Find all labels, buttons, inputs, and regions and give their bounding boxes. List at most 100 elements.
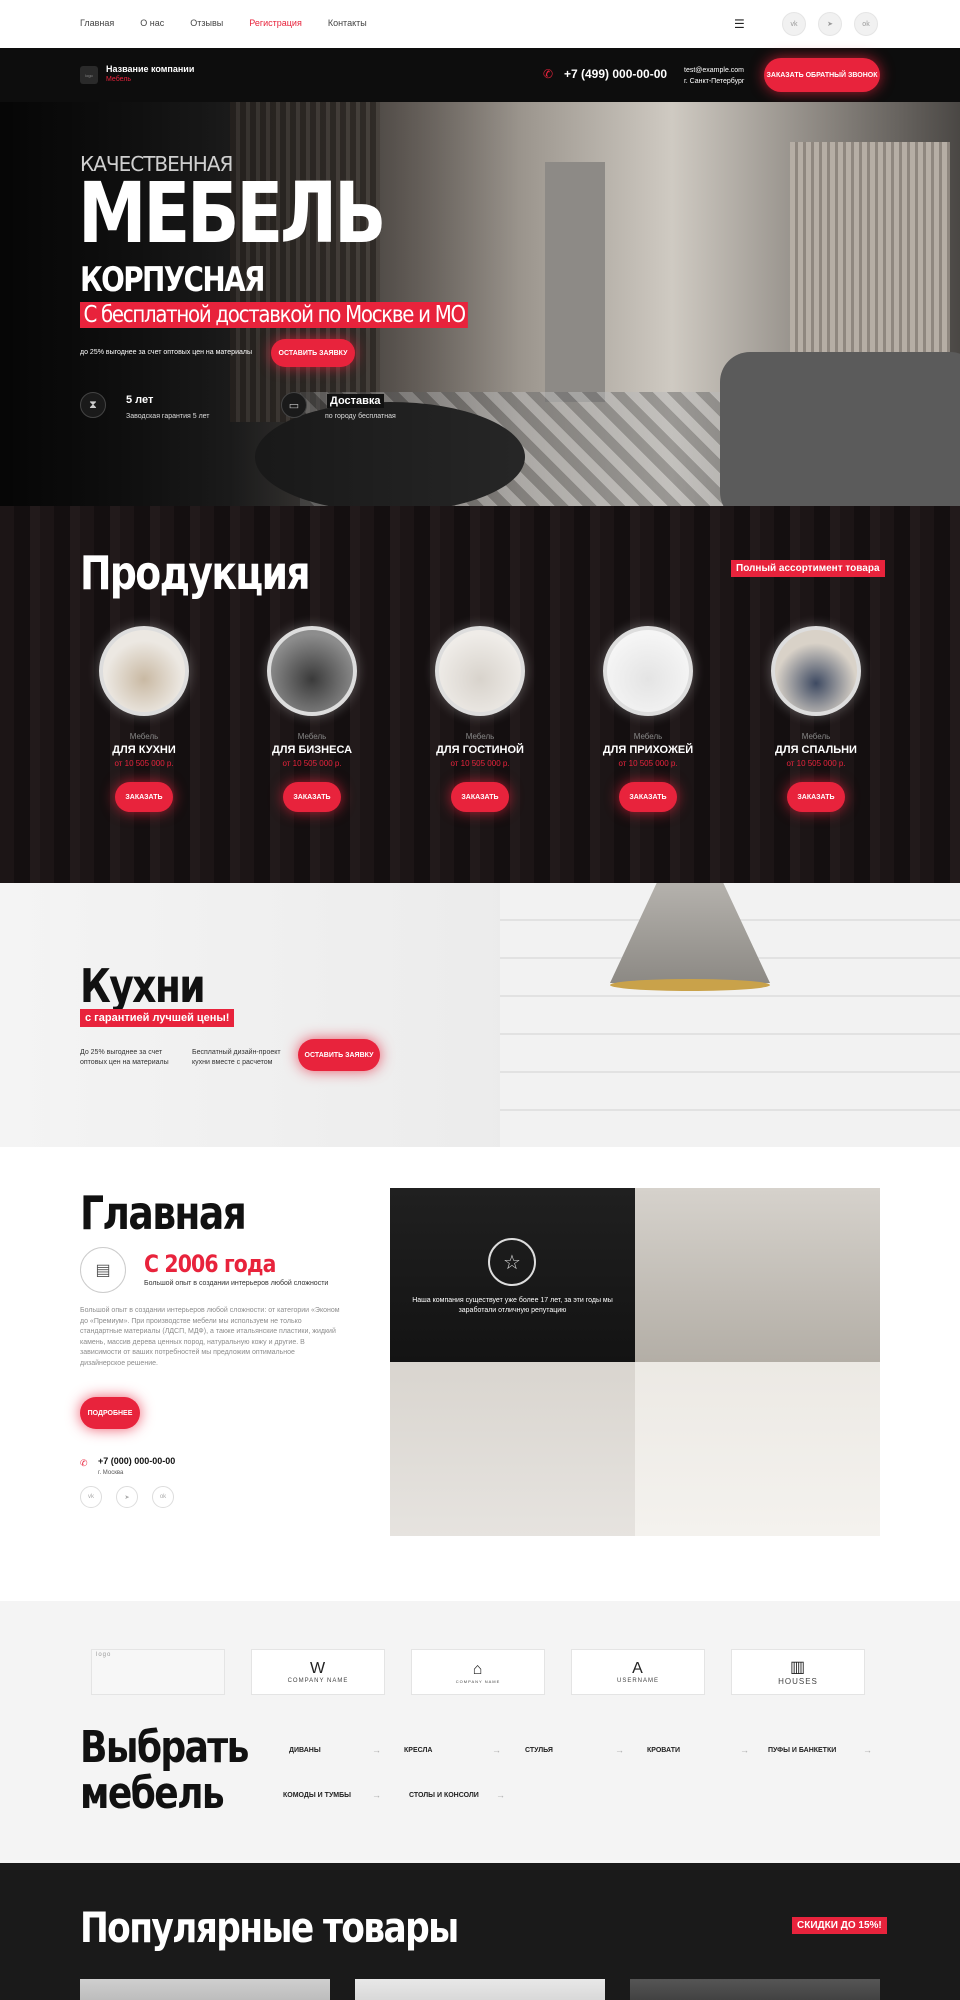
brand-logo-broken[interactable]: logo: [91, 1649, 225, 1695]
choose-furniture-title: Выбрать мебель: [80, 1725, 249, 1817]
brand-name: COMPANY NAME: [455, 1678, 501, 1684]
company-name: Название компании: [106, 64, 195, 74]
product-card-business: Мебель ДЛЯ БИЗНЕСА от 10 505 000 р. Зака…: [247, 626, 377, 812]
products-badge[interactable]: Полный ассортимент товара: [731, 560, 885, 577]
brand-a-icon: A: [632, 1660, 644, 1677]
arrow-right-icon: →: [496, 1790, 505, 1800]
vk-icon[interactable]: vk: [782, 12, 806, 36]
order-button[interactable]: Заказать: [283, 782, 341, 812]
feature-warranty-sub: Заводская гарантия 5 лет: [126, 413, 210, 420]
nav-link-reviews[interactable]: Отзывы: [190, 18, 223, 28]
product-category: Мебель: [129, 732, 159, 741]
product-image-hallway[interactable]: [603, 626, 693, 716]
hero-photo-door: [545, 162, 605, 402]
brand-logo-alt: logo: [96, 1652, 112, 1658]
nav-links: Главная О нас Отзывы Регистрация Контакт…: [80, 18, 367, 28]
feature-delivery-title: Доставка: [327, 394, 384, 408]
product-name[interactable]: ДЛЯ КУХНИ: [79, 744, 209, 756]
kitchens-request-button[interactable]: Оставить заявку: [298, 1039, 380, 1071]
category-dressers[interactable]: КОМОДЫ И ТУМБЫ: [283, 1792, 351, 1799]
hero-delivery-banner: С бесплатной доставкой по Москве и МО: [80, 302, 469, 328]
order-button[interactable]: Заказать: [451, 782, 509, 812]
star-seal-icon: ☆: [488, 1238, 536, 1286]
hero-request-button[interactable]: Оставить заявку: [271, 339, 355, 367]
hamburger-icon[interactable]: ☰: [734, 17, 745, 31]
product-price: от 10 505 000 р.: [618, 759, 678, 768]
product-price: от 10 505 000 р.: [450, 759, 510, 768]
nav-link-register[interactable]: Регистрация: [249, 18, 302, 28]
product-image-bedroom[interactable]: [771, 626, 861, 716]
brand-logo-username[interactable]: A USERNAME: [571, 1649, 705, 1695]
telegram-icon[interactable]: ➤: [818, 12, 842, 36]
arrow-right-icon: →: [492, 1745, 501, 1755]
kitchens-badge: с гарантией лучшей цены!: [80, 1009, 235, 1027]
product-category: Мебель: [465, 732, 495, 741]
reputation-tile: ☆ Наша компания существует уже более 17 …: [390, 1188, 635, 1362]
product-name[interactable]: ДЛЯ БИЗНЕСА: [247, 744, 377, 756]
order-button[interactable]: Заказать: [787, 782, 845, 812]
product-name[interactable]: ДЛЯ СПАЛЬНИ: [751, 744, 881, 756]
category-tables[interactable]: СТОЛЫ И КОНСОЛИ: [409, 1792, 479, 1799]
hero-section: КАЧЕСТВЕННАЯ МЕБЕЛЬ КОРПУСНАЯ С бесплатн…: [0, 102, 960, 506]
vk-icon[interactable]: vk: [80, 1486, 102, 1508]
product-name[interactable]: ДЛЯ ПРИХОЖЕЙ: [583, 744, 713, 756]
product-category: Мебель: [633, 732, 663, 741]
brand-building-icon: ▥: [789, 1658, 807, 1676]
top-nav: Главная О нас Отзывы Регистрация Контакт…: [0, 0, 960, 48]
brand-logo-house[interactable]: ⌂ COMPANY NAME: [411, 1649, 545, 1695]
feature-warranty-title: 5 лет: [126, 394, 154, 406]
telegram-icon[interactable]: ➤: [116, 1486, 138, 1508]
since-subtitle: Большой опыт в создании интерьеров любой…: [144, 1280, 329, 1287]
since-year: С 2006 года: [144, 1250, 276, 1278]
category-beds[interactable]: КРОВАТИ: [647, 1747, 680, 1754]
reputation-text: Наша компания существует уже более 17 ле…: [412, 1297, 613, 1314]
chair-photo: [635, 1362, 880, 1536]
page: Главная О нас Отзывы Регистрация Контакт…: [0, 0, 960, 2000]
header-city: г. Санкт-Петербург: [684, 78, 745, 85]
about-title: Главная: [80, 1186, 247, 1240]
category-armchairs[interactable]: КРЕСЛА: [404, 1747, 432, 1754]
header-email[interactable]: test@example.com: [684, 65, 745, 76]
odnoklassniki-icon[interactable]: ok: [854, 12, 878, 36]
product-price: от 10 505 000 р.: [114, 759, 174, 768]
product-card-bedroom: Мебель ДЛЯ СПАЛЬНИ от 10 505 000 р. Зака…: [751, 626, 881, 812]
about-phone[interactable]: +7 (000) 000-00-00: [98, 1456, 175, 1466]
header-bar: logo Название компании Мебель ✆ +7 (499)…: [0, 48, 960, 102]
brand-name: COMPANY NAME: [287, 1678, 349, 1684]
order-button[interactable]: Заказать: [619, 782, 677, 812]
product-image-living-room[interactable]: [435, 626, 525, 716]
nav-link-contacts[interactable]: Контакты: [328, 18, 367, 28]
product-price: от 10 505 000 р.: [282, 759, 342, 768]
products-section: Продукция Полный ассортимент товара Мебе…: [0, 506, 960, 883]
arrow-right-icon: →: [372, 1790, 381, 1800]
odnoklassniki-icon[interactable]: ok: [152, 1486, 174, 1508]
category-chairs[interactable]: СТУЛЬЯ: [525, 1747, 553, 1754]
hourglass-icon: ⧗: [80, 392, 106, 418]
arrow-right-icon: →: [372, 1745, 381, 1755]
product-image-business[interactable]: [267, 626, 357, 716]
hero-photo-sofa: [720, 352, 960, 506]
category-sofas[interactable]: ДИВАНЫ: [289, 1747, 321, 1754]
more-button[interactable]: Подробнее: [80, 1397, 140, 1429]
nav-link-about[interactable]: О нас: [140, 18, 164, 28]
category-poufs[interactable]: ПУФЫ И БАНКЕТКИ: [768, 1747, 836, 1754]
order-button[interactable]: Заказать: [115, 782, 173, 812]
white-sofa-photo: [390, 1362, 635, 1536]
header-contacts: test@example.com г. Санкт-Петербург: [684, 65, 745, 87]
popular-item-image[interactable]: [80, 1979, 330, 2000]
product-image-kitchen[interactable]: [99, 626, 189, 716]
popular-item-image[interactable]: [630, 1979, 880, 2000]
arrow-right-icon: →: [740, 1745, 749, 1755]
brand-logo-houses[interactable]: ▥ HOUSES: [731, 1649, 865, 1695]
nav-link-home[interactable]: Главная: [80, 18, 114, 28]
brand-logo-company[interactable]: W COMPANY NAME: [251, 1649, 385, 1695]
callback-button[interactable]: Заказать обратный звонок: [764, 58, 880, 92]
living-room-photo: [635, 1188, 880, 1362]
about-photo-grid: ☆ Наша компания существует уже более 17 …: [390, 1188, 880, 1536]
phone-icon: ✆: [543, 67, 554, 81]
hero-description: до 25% выгоднее за счет оптовых цен на м…: [80, 349, 252, 356]
header-phone[interactable]: +7 (499) 000-00-00: [564, 67, 667, 81]
product-name[interactable]: ДЛЯ ГОСТИНОЙ: [415, 744, 545, 756]
company-logo[interactable]: logo: [80, 66, 98, 84]
popular-item-image[interactable]: [355, 1979, 605, 2000]
